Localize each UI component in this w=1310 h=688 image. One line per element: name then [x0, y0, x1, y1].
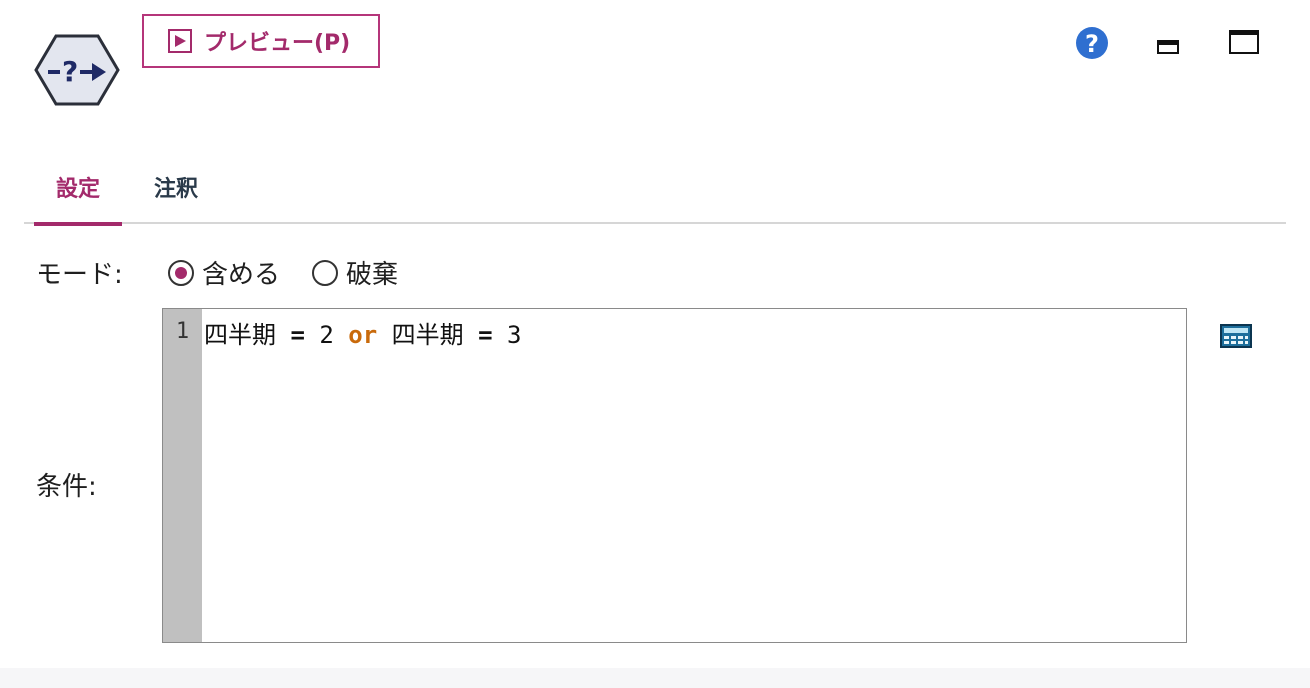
code-line[interactable]: 四半期 = 2 or 四半期 = 3 — [204, 315, 521, 350]
mode-label: モード: — [36, 260, 123, 290]
select-node-icon: ? — [34, 34, 120, 106]
condition-label: 条件: — [36, 472, 97, 502]
token-field: 四半期 — [391, 321, 464, 349]
calculator-icon[interactable] — [1220, 324, 1252, 348]
radio-include-label: 含める — [202, 260, 281, 290]
footer-bar — [0, 668, 1310, 688]
token-value: 2 — [319, 321, 334, 349]
tab-annotation[interactable]: 注釈 — [132, 150, 220, 224]
token-field: 四半期 — [204, 321, 276, 349]
radio-discard[interactable]: 破棄 — [312, 254, 398, 291]
tab-settings-label: 設定 — [55, 177, 100, 202]
svg-text:?: ? — [62, 55, 78, 88]
editor-gutter — [163, 309, 202, 642]
svg-text:?: ? — [1085, 30, 1099, 58]
preview-button[interactable]: プレビュー(P) — [142, 14, 380, 68]
tab-settings[interactable]: 設定 — [34, 150, 122, 226]
token-value: 3 — [506, 321, 522, 349]
token-operator: = — [478, 321, 493, 349]
token-operator: = — [290, 321, 305, 349]
condition-editor[interactable]: 1 四半期 = 2 or 四半期 = 3 — [162, 308, 1187, 643]
tab-annotation-label: 注釈 — [153, 177, 198, 202]
maximize-icon[interactable] — [1229, 30, 1259, 54]
radio-include[interactable]: 含める — [168, 254, 280, 291]
radio-discard-label: 破棄 — [346, 260, 399, 290]
tab-bar: 設定 注釈 — [24, 150, 1286, 226]
radio-include-indicator[interactable] — [168, 259, 194, 286]
token-keyword: or — [348, 321, 378, 349]
help-icon[interactable]: ? — [1075, 26, 1109, 60]
radio-discard-indicator[interactable] — [312, 259, 338, 286]
play-icon — [168, 29, 192, 53]
preview-button-label: プレビュー(P) — [204, 31, 351, 56]
minimize-icon[interactable] — [1157, 40, 1179, 54]
line-number: 1 — [175, 319, 190, 344]
